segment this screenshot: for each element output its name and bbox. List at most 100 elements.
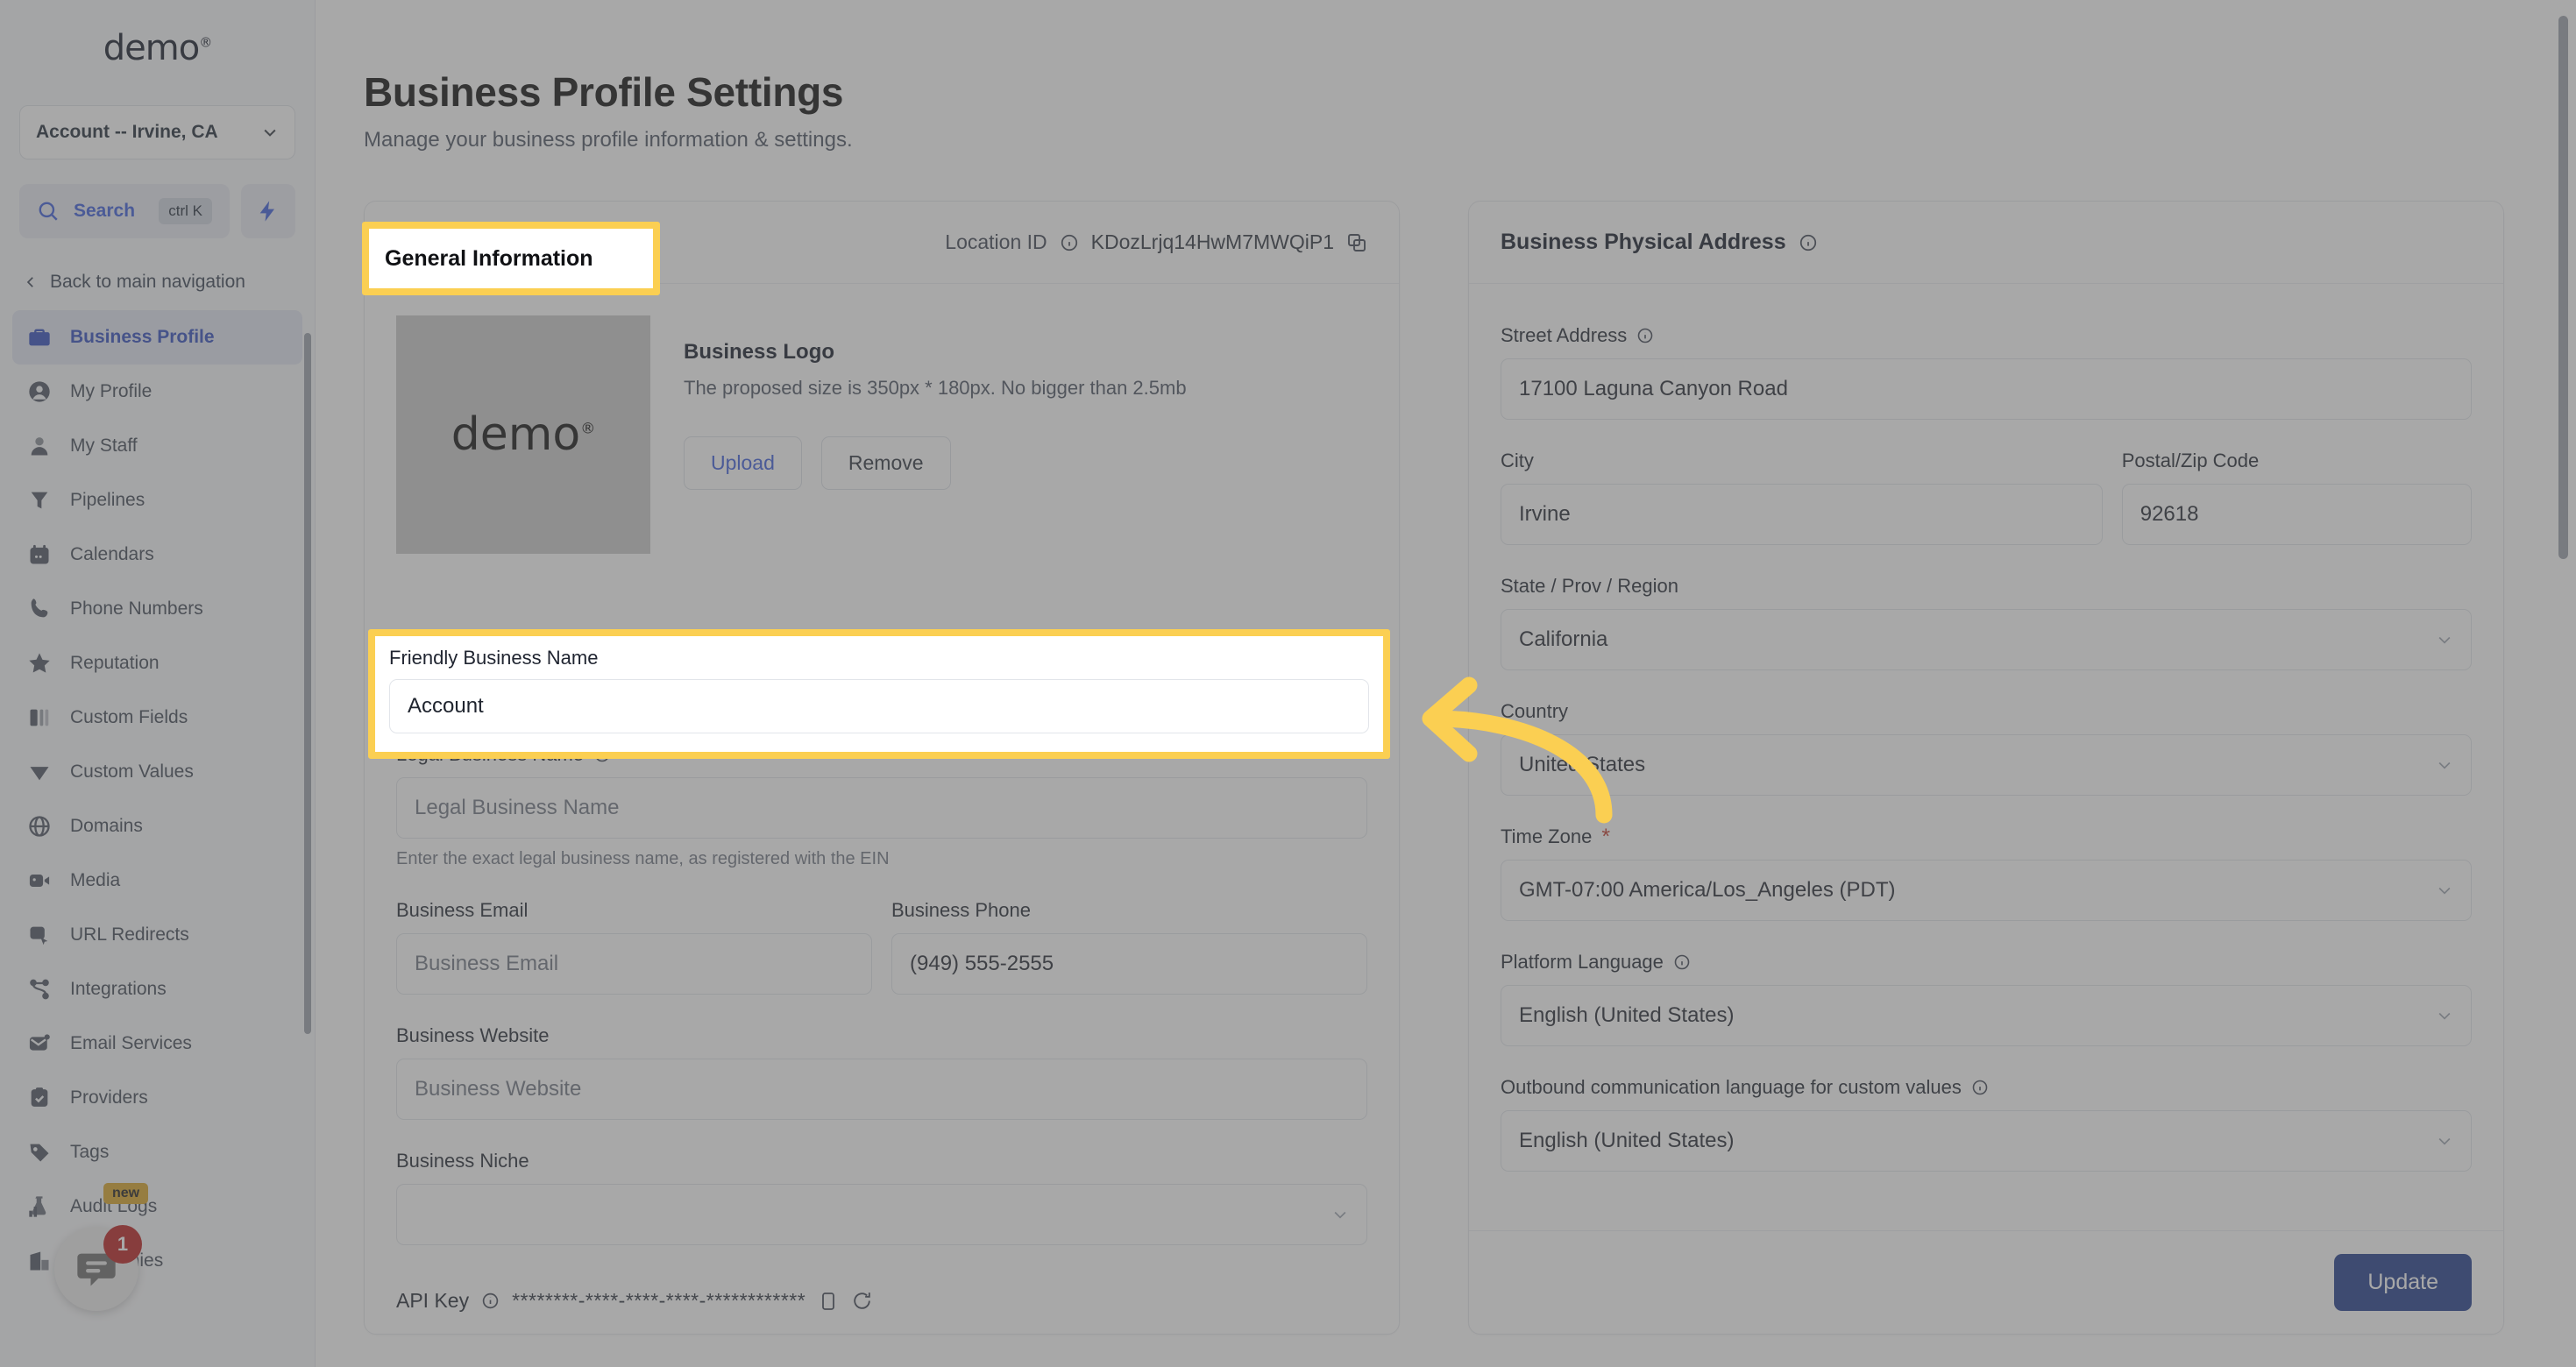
update-button[interactable]: Update bbox=[2334, 1254, 2472, 1311]
chevron-left-icon bbox=[26, 277, 33, 287]
copy-icon[interactable] bbox=[1346, 232, 1367, 253]
sidebar-item-label: Reputation bbox=[70, 653, 160, 673]
api-key-label: API Key bbox=[396, 1289, 470, 1312]
sidebar-item-integrations[interactable]: Integrations bbox=[12, 962, 302, 1016]
search-shortcut: ctrl K bbox=[159, 198, 212, 224]
friendly-business-name-input[interactable]: Account bbox=[389, 679, 1369, 733]
upload-button[interactable]: Upload bbox=[684, 436, 802, 490]
page-header: Business Profile Settings Manage your bu… bbox=[316, 0, 2576, 152]
timezone-field: Time Zone * GMT-07:00 America/Los_Angele… bbox=[1501, 825, 2472, 921]
postal-code-input[interactable]: 92618 bbox=[2121, 484, 2472, 545]
chat-widget-button[interactable]: 1 bbox=[54, 1225, 142, 1311]
redirect-icon bbox=[26, 922, 53, 948]
business-email-label: Business Email bbox=[396, 899, 529, 921]
info-icon[interactable] bbox=[1799, 233, 1818, 252]
briefcase-icon bbox=[26, 324, 53, 351]
street-address-label-text: Street Address bbox=[1501, 324, 1628, 346]
tag-icon bbox=[26, 1139, 53, 1165]
business-niche-field: Business Niche bbox=[396, 1150, 1367, 1245]
sidebar-item-pipelines[interactable]: Pipelines bbox=[12, 473, 302, 528]
sidebar-item-label: Providers bbox=[70, 1087, 148, 1108]
sidebar-item-providers[interactable]: Providers bbox=[12, 1071, 302, 1125]
postal-code-field: Postal/Zip Code 92618 bbox=[2121, 450, 2472, 545]
search-label: Search bbox=[74, 201, 136, 221]
sidebar: demo® Account -- Irvine, CA Search ctrl … bbox=[0, 0, 316, 1367]
sidebar-item-label: Custom Values bbox=[70, 761, 194, 782]
sidebar-item-label: Media bbox=[70, 870, 121, 890]
business-niche-select[interactable] bbox=[396, 1184, 1367, 1245]
sidebar-item-label: Calendars bbox=[70, 544, 154, 564]
account-selector[interactable]: Account -- Irvine, CA bbox=[19, 105, 295, 159]
platform-language-select[interactable]: English (United States) bbox=[1501, 985, 2472, 1046]
timezone-value: GMT-07:00 America/Los_Angeles (PDT) bbox=[1519, 878, 1896, 902]
sidebar-item-my-staff[interactable]: My Staff bbox=[12, 419, 302, 473]
business-email-field: Business Email Business Email bbox=[396, 899, 872, 995]
postal-code-label: Postal/Zip Code bbox=[2121, 450, 2260, 471]
sidebar-item-business-profile[interactable]: Business Profile bbox=[12, 310, 302, 365]
sidebar-item-custom-values[interactable]: Custom Values bbox=[12, 745, 302, 799]
state-label: State / Prov / Region bbox=[1501, 575, 1678, 597]
info-icon[interactable] bbox=[481, 1292, 500, 1310]
timezone-select[interactable]: GMT-07:00 America/Los_Angeles (PDT) bbox=[1501, 860, 2472, 921]
tab-general-information-highlighted[interactable]: General Information bbox=[362, 222, 660, 295]
physical-address-card-footer: Update bbox=[1469, 1230, 2503, 1334]
chat-unread-count: 1 bbox=[103, 1225, 142, 1264]
search-button[interactable]: Search ctrl K bbox=[19, 184, 230, 238]
info-icon[interactable] bbox=[1060, 233, 1079, 252]
copy-icon[interactable] bbox=[818, 1291, 839, 1312]
sidebar-item-label: My Profile bbox=[70, 381, 153, 401]
outbound-language-value: English (United States) bbox=[1519, 1129, 1735, 1152]
business-website-label: Business Website bbox=[396, 1024, 550, 1046]
chevron-down-icon bbox=[2438, 887, 2451, 895]
state-select[interactable]: California bbox=[1501, 609, 2472, 670]
curved-left-arrow-annotation bbox=[1422, 676, 1613, 824]
country-label: Country bbox=[1501, 700, 1569, 722]
account-selector-value: Account -- Irvine, CA bbox=[36, 122, 218, 142]
business-logo-description: The proposed size is 350px * 180px. No b… bbox=[684, 377, 1187, 399]
remove-button[interactable]: Remove bbox=[820, 436, 951, 490]
business-logo-thumbnail: demo® bbox=[396, 315, 650, 554]
api-key-row: API Key ********-****-****-****-********… bbox=[396, 1289, 1367, 1313]
platform-language-label: Platform Language bbox=[1501, 951, 2472, 974]
columns-icon bbox=[26, 705, 53, 731]
refresh-icon[interactable] bbox=[851, 1290, 873, 1312]
sidebar-item-url-redirects[interactable]: URL Redirects bbox=[12, 908, 302, 962]
back-to-main-navigation[interactable]: Back to main navigation bbox=[0, 263, 315, 301]
legal-business-name-input[interactable]: Legal Business Name bbox=[396, 777, 1367, 839]
funnel-icon bbox=[26, 487, 53, 514]
sidebar-item-audit-logs[interactable]: Audit Logs new bbox=[12, 1179, 302, 1234]
star-icon bbox=[26, 650, 53, 676]
sidebar-item-phone-numbers[interactable]: Phone Numbers bbox=[12, 582, 302, 636]
sidebar-scrollbar[interactable] bbox=[304, 333, 311, 1034]
business-website-input[interactable]: Business Website bbox=[396, 1059, 1367, 1120]
main-scrollbar[interactable] bbox=[2558, 16, 2568, 559]
sidebar-item-label: Pipelines bbox=[70, 490, 145, 510]
sidebar-item-label: Domains bbox=[70, 816, 143, 836]
page-title: Business Profile Settings bbox=[364, 69, 844, 115]
sidebar-item-calendars[interactable]: Calendars bbox=[12, 528, 302, 582]
sidebar-item-my-profile[interactable]: My Profile bbox=[12, 365, 302, 419]
sidebar-item-domains[interactable]: Domains bbox=[12, 799, 302, 853]
country-field: Country United States bbox=[1501, 700, 2472, 796]
quick-action-button[interactable] bbox=[241, 184, 295, 238]
sidebar-item-custom-fields[interactable]: Custom Fields bbox=[12, 691, 302, 745]
country-select[interactable]: United States bbox=[1501, 734, 2472, 796]
sidebar-item-reputation[interactable]: Reputation bbox=[12, 636, 302, 691]
outbound-language-label: Outbound communication language for cust… bbox=[1501, 1076, 2472, 1099]
business-email-input[interactable]: Business Email bbox=[396, 933, 872, 995]
business-logo-row: demo® Business Logo The proposed size is… bbox=[396, 315, 1367, 554]
sidebar-item-tags[interactable]: Tags bbox=[12, 1125, 302, 1179]
sidebar-item-label: Business Profile bbox=[70, 327, 215, 347]
sidebar-item-email-services[interactable]: Email Services bbox=[12, 1016, 302, 1071]
search-row: Search ctrl K bbox=[19, 184, 295, 238]
business-niche-label: Business Niche bbox=[396, 1150, 529, 1172]
business-logo-text: demo bbox=[451, 408, 581, 461]
info-icon[interactable] bbox=[1636, 327, 1654, 344]
info-icon[interactable] bbox=[1673, 953, 1691, 971]
sidebar-item-media[interactable]: Media bbox=[12, 853, 302, 908]
street-address-input[interactable]: 17100 Laguna Canyon Road bbox=[1501, 358, 2472, 420]
business-phone-input[interactable]: (949) 555-2555 bbox=[891, 933, 1367, 995]
info-icon[interactable] bbox=[1971, 1079, 1989, 1096]
outbound-language-select[interactable]: English (United States) bbox=[1501, 1110, 2472, 1172]
city-input[interactable]: Irvine bbox=[1501, 484, 2103, 545]
